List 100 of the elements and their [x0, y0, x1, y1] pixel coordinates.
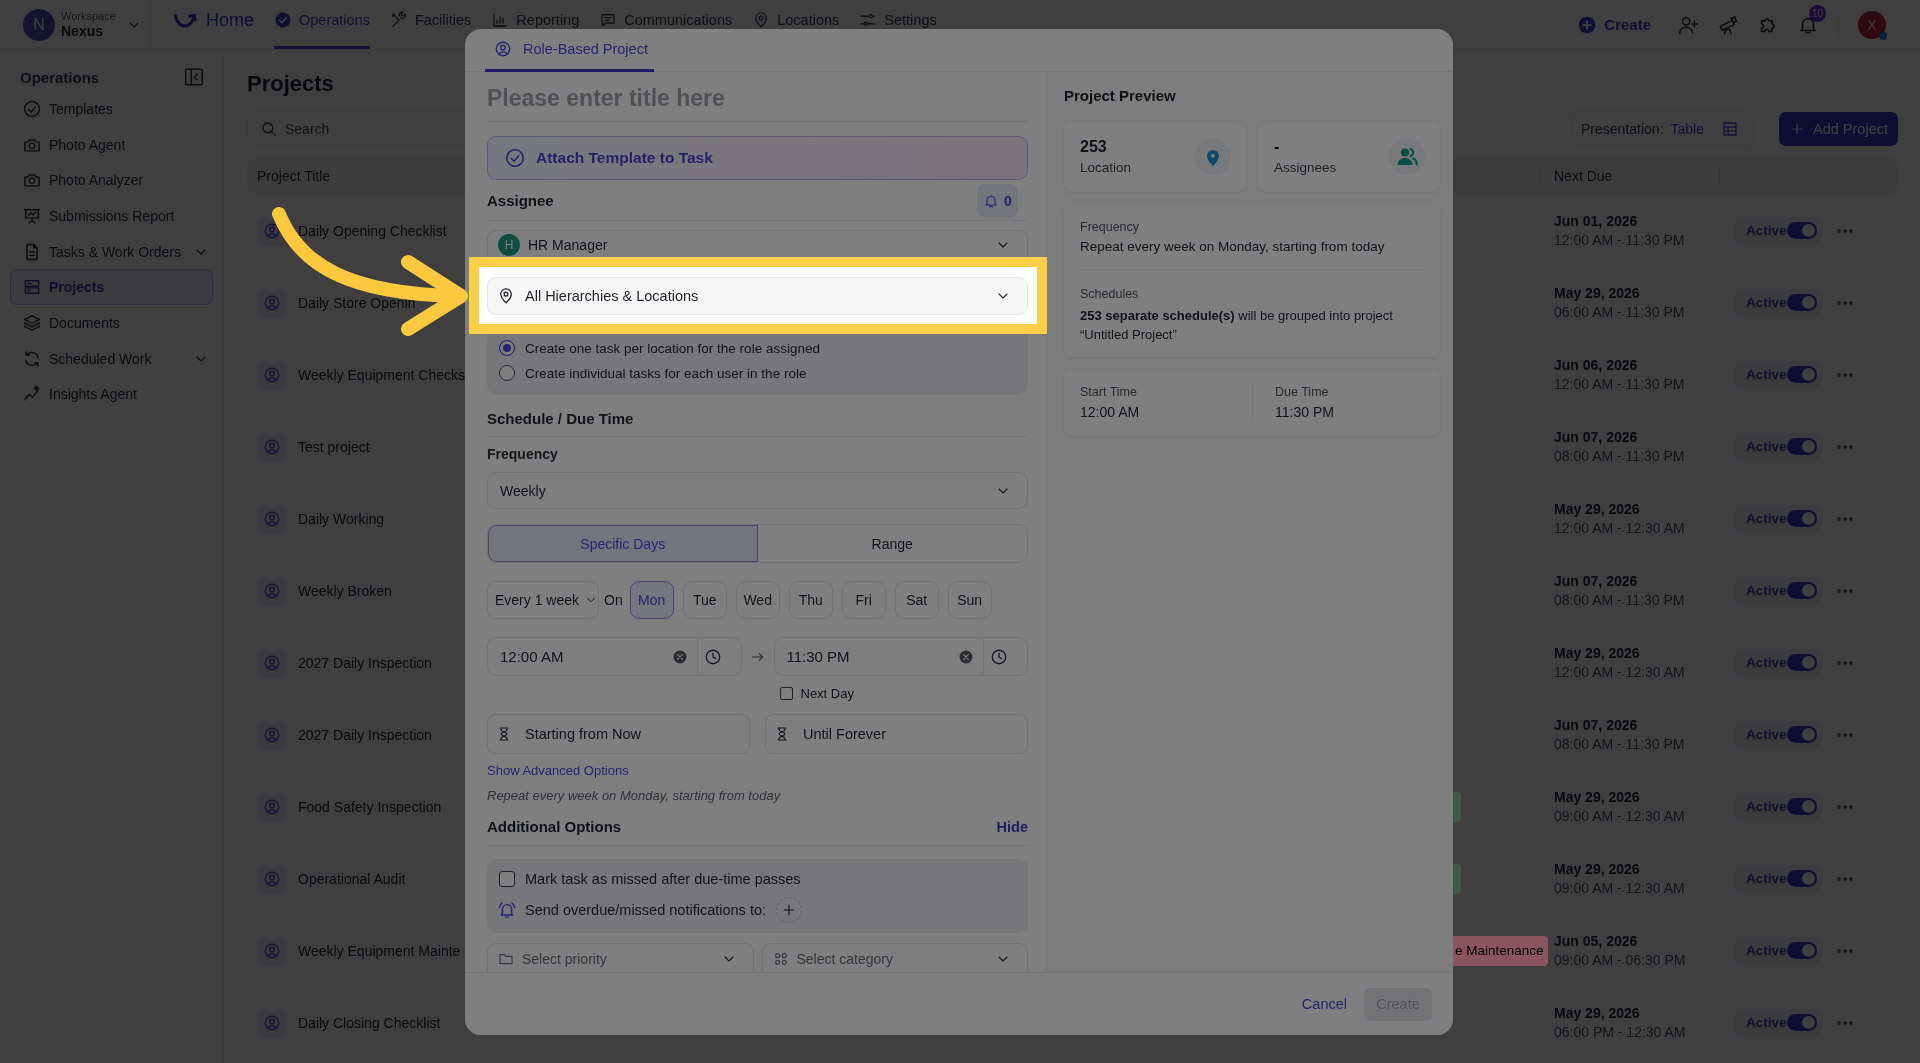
- project-title: Weekly Equipment Mainte: [298, 942, 461, 959]
- status-toggle[interactable]: [1787, 294, 1817, 311]
- clear-icon[interactable]: [959, 649, 973, 664]
- more-icon[interactable]: [1837, 516, 1853, 521]
- checkbox-label: Next Day: [800, 686, 854, 701]
- due-date: May 29, 2026: [1554, 789, 1640, 805]
- clock-icon[interactable]: [990, 647, 1008, 666]
- more-icon[interactable]: [1837, 660, 1853, 665]
- day-toggle[interactable]: Sat: [894, 581, 939, 619]
- project-title: 2027 Daily Inspection: [298, 726, 432, 743]
- checkbox[interactable]: [779, 687, 793, 700]
- radio-button[interactable]: [499, 340, 515, 356]
- day-toggle[interactable]: Thu: [788, 581, 833, 619]
- due-date: Jun 06, 2026: [1554, 357, 1638, 373]
- more-icon[interactable]: [1837, 372, 1853, 377]
- status-toggle[interactable]: [1787, 438, 1817, 455]
- preview-label: Due Time: [1275, 385, 1329, 399]
- day-toggle[interactable]: Sun: [947, 581, 992, 619]
- project-title: Operational Audit: [298, 870, 406, 887]
- due-date: Jun 07, 2026: [1554, 429, 1638, 445]
- more-icon[interactable]: [1837, 228, 1853, 233]
- preview-value: Repeat every week on Monday, starting from today: [1080, 239, 1385, 254]
- project-title: 2027 Daily Inspection: [298, 654, 432, 671]
- clear-icon[interactable]: [672, 649, 687, 664]
- frequency-dropdown[interactable]: Weekly: [487, 472, 1028, 509]
- project-title: Daily Closing Checklist: [298, 1014, 441, 1031]
- day-toggle[interactable]: Tue: [682, 581, 727, 619]
- checkbox[interactable]: [499, 871, 515, 887]
- notify-button[interactable]: 0: [977, 184, 1018, 217]
- status-dot-icon: [1879, 31, 1887, 40]
- mode-tab[interactable]: Specific Days: [488, 525, 758, 562]
- category-dropdown[interactable]: Select category: [761, 943, 1028, 973]
- project-title: Daily Working: [298, 510, 385, 527]
- preview-value: 253 separate schedule(s) will be grouped into project “Untitled Project”: [1080, 307, 1394, 344]
- schedule-summary: Repeat every week on Monday, starting from today: [487, 788, 781, 803]
- more-icon[interactable]: [1837, 876, 1853, 881]
- more-icon[interactable]: [1837, 444, 1853, 449]
- start-field[interactable]: Starting from Now: [487, 714, 750, 754]
- advanced-options-link[interactable]: Show Advanced Options: [487, 763, 629, 778]
- clock-icon[interactable]: [703, 647, 722, 666]
- more-icon[interactable]: [1837, 804, 1853, 809]
- cancel-link[interactable]: Cancel: [1301, 996, 1347, 1012]
- due-date: Jun 05, 2026: [1554, 933, 1638, 949]
- due-date: Jun 07, 2026: [1554, 573, 1638, 589]
- status-toggle[interactable]: [1787, 366, 1817, 383]
- due-date: Jun 07, 2026: [1554, 717, 1638, 733]
- tag-chip: e Maintenance: [1453, 935, 1548, 966]
- more-icon[interactable]: [1837, 588, 1853, 593]
- telescope-icon[interactable]: [1717, 13, 1739, 36]
- more-icon[interactable]: [1837, 948, 1853, 953]
- radio-button[interactable]: [499, 365, 515, 381]
- priority-dropdown[interactable]: Select priority: [487, 943, 754, 973]
- status-toggle[interactable]: [1787, 726, 1817, 743]
- layers-icon: [22, 312, 42, 333]
- search-icon: [260, 119, 278, 138]
- day-toggle[interactable]: Fri: [841, 581, 886, 619]
- checkbox-label: Mark task as missed after due-time passes: [525, 871, 801, 887]
- time-field[interactable]: 12:00 AM: [487, 637, 742, 676]
- interval-dropdown[interactable]: Every 1 week: [487, 581, 599, 619]
- status-toggle[interactable]: [1787, 510, 1817, 527]
- role-dropdown[interactable]: H HR Manager: [487, 230, 1028, 257]
- project-title: Weekly Equipment Checks: [298, 366, 466, 383]
- more-icon[interactable]: [1837, 300, 1853, 305]
- day-toggle[interactable]: Wed: [735, 581, 780, 619]
- location-dropdown[interactable]: All Hierarchies & Locations: [487, 277, 1028, 315]
- section-title: Additional Options: [487, 817, 622, 837]
- status-toggle[interactable]: [1787, 1014, 1817, 1031]
- due-date: May 29, 2026: [1554, 645, 1640, 661]
- pin-icon: [1195, 139, 1231, 175]
- workspace-name: Nexus: [61, 22, 105, 39]
- field-label: Frequency: [487, 446, 558, 462]
- attach-template-button[interactable]: Attach Template to Task: [487, 136, 1028, 180]
- status-toggle[interactable]: [1787, 222, 1817, 239]
- end-field[interactable]: Until Forever: [765, 714, 1028, 754]
- preview-label: Schedules: [1080, 287, 1139, 301]
- status-toggle[interactable]: [1787, 798, 1817, 815]
- sidebar-collapse-icon[interactable]: [183, 66, 205, 88]
- time-field[interactable]: 11:30 PM: [773, 637, 1028, 676]
- day-toggle[interactable]: Mon: [629, 581, 674, 619]
- due-date: May 29, 2026: [1554, 861, 1640, 877]
- status-toggle[interactable]: [1787, 654, 1817, 671]
- hide-link[interactable]: Hide: [996, 817, 1028, 837]
- preview-value: 11:30 PM: [1275, 404, 1334, 420]
- project-title: Daily Store Openin: [298, 294, 416, 311]
- dialog-tab[interactable]: Role-Based Project: [485, 29, 654, 72]
- bell-ringing-icon: [497, 900, 517, 920]
- more-icon[interactable]: [1837, 732, 1853, 737]
- status-toggle[interactable]: [1787, 870, 1817, 887]
- status-toggle[interactable]: [1787, 582, 1817, 599]
- radio-label: Create one task per location for the role assigned: [525, 340, 820, 356]
- pin-icon: [497, 287, 515, 305]
- status-toggle[interactable]: [1787, 942, 1817, 959]
- notify-label: Send overdue/missed notifications to:: [525, 902, 766, 918]
- preview-value: 12:00 AM: [1080, 404, 1140, 420]
- plus-icon: [781, 902, 797, 918]
- more-icon[interactable]: [1837, 1020, 1853, 1025]
- stat-label: Location: [1080, 159, 1132, 177]
- check-circle-icon: [274, 10, 292, 29]
- four-circles-icon: [772, 950, 789, 967]
- table-icon: [1721, 119, 1739, 138]
